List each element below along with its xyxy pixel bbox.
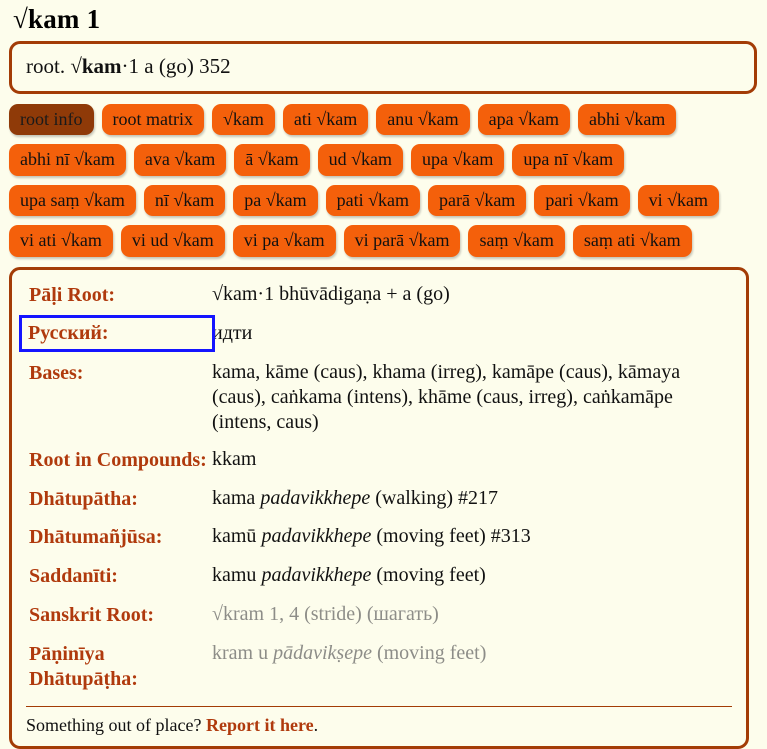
tag-button[interactable]: upa nī √kam: [512, 144, 625, 176]
root-detail-table: Pāḷi Root: √kam·1 bhūvādigaṇa + a (go) Рус…: [19, 282, 732, 705]
tag-button[interactable]: pari √kam: [534, 184, 630, 217]
detail-row-value: √kam·1 bhūvādigaṇa + a (go): [212, 282, 732, 321]
footer-note: Something out of place? Report it here.: [26, 706, 732, 736]
tag-row: abhi nī √kam ava √kam ā √kam ud √kam upa √ka…: [9, 144, 758, 176]
detail-value-italic: padavikkhepe: [261, 525, 372, 548]
tag-button[interactable]: upa √kam: [410, 144, 505, 176]
tag-button[interactable]: abhi nī √kam: [9, 144, 126, 176]
detail-row: Root in Compounds: kkam: [26, 447, 732, 486]
detail-row-label: Sanskrit Root:: [29, 604, 155, 627]
tag-button[interactable]: pati √kam: [325, 184, 420, 217]
tag-button[interactable]: √kam: [211, 103, 275, 136]
detail-row: Dhātupātha: kama padavikkhepe (walking) #…: [26, 486, 732, 525]
detail-row-label-cell[interactable]: Dhātupātha:: [26, 486, 212, 525]
tag-button[interactable]: pa √kam: [233, 184, 318, 217]
detail-value-text: kamu: [212, 564, 262, 587]
tag-button[interactable]: nī √kam: [143, 184, 226, 217]
detail-row-label-cell[interactable]: Pāṇinīya Dhātupāṭha:: [26, 641, 212, 705]
detail-value-text: (moving feet): [371, 641, 487, 664]
detail-value-text: (moving feet) #313: [371, 525, 531, 548]
detail-row-label-cell[interactable]: Bases:: [26, 360, 212, 446]
detail-row-label: Pāṇinīya Dhātupāṭha:: [29, 642, 138, 690]
detail-value-text: √kam·1 bhūvādigaṇa + a (go): [212, 282, 450, 305]
detail-row-label: Bases:: [29, 362, 84, 385]
detail-row: Pāḷi Root: √kam·1 bhūvādigaṇa + a (go): [26, 282, 732, 321]
detail-row: Sanskrit Root: √kram 1, 4 (stride) (шагат…: [26, 602, 732, 641]
tag-button[interactable]: root matrix: [101, 103, 204, 136]
detail-row: Saddanīti: kamu padavikkhepe (moving feet…: [26, 563, 732, 602]
tag-button[interactable]: vi ati √kam: [9, 225, 113, 257]
detail-value-text: kamū: [212, 525, 262, 548]
summary-suffix: ·1 a (go) 352: [121, 53, 231, 78]
detail-row: Русский: идти: [19, 314, 732, 361]
detail-value-text: (moving feet): [371, 564, 486, 587]
detail-value-italic: pādavikṣepe: [273, 641, 372, 664]
tag-button[interactable]: upa saṃ √kam: [9, 184, 136, 217]
detail-value-text: идти: [212, 321, 253, 344]
detail-row-label-cell[interactable]: Pāḷi Root:: [26, 282, 212, 321]
tag-button[interactable]: saṃ √kam: [468, 225, 565, 257]
summary-root: √kam: [70, 53, 122, 78]
detail-row-value: kkam: [212, 447, 732, 486]
detail-row-label-cell[interactable]: Dhātumañjūsa:: [26, 524, 212, 563]
detail-row-label-cell[interactable]: Saddanīti:: [26, 563, 212, 602]
detail-value-italic: padavikkhepe: [260, 486, 371, 509]
tag-button[interactable]: ati √kam: [282, 103, 369, 136]
root-summary-line: root. √kam·1 a (go) 352: [26, 54, 740, 79]
tag-button[interactable]: abhi √kam: [577, 103, 677, 136]
detail-row-value: kama padavikkhepe (walking) #217: [212, 486, 732, 525]
root-detail-table-body: Pāḷi Root: √kam·1 bhūvādigaṇa + a (go) Рус…: [19, 282, 732, 705]
detail-row-label: Dhātumañjūsa:: [29, 526, 163, 549]
root-summary-box: root. √kam·1 a (go) 352: [9, 40, 757, 94]
tag-row: root info root matrix √kam ati √kam anu √kam…: [9, 103, 758, 136]
tag-button[interactable]: vi parā √kam: [343, 225, 461, 257]
detail-value-text: kama: [212, 486, 261, 509]
tag-button[interactable]: vi pa √kam: [232, 225, 336, 257]
root-detail-box: Pāḷi Root: √kam·1 bhūvādigaṇa + a (go) Рус…: [9, 266, 749, 749]
tag-button[interactable]: ava √kam: [133, 144, 227, 176]
tag-button[interactable]: vi √kam: [637, 184, 720, 217]
footer-text-before: Something out of place?: [26, 715, 206, 736]
detail-row: Dhātumañjūsa: kamū padavikkhepe (moving f…: [26, 524, 732, 563]
detail-row-label: Root in Compounds:: [29, 448, 207, 471]
detail-value-text: kram u: [212, 641, 274, 664]
detail-value-text: (walking) #217: [370, 486, 499, 509]
detail-row-label-cell[interactable]: Root in Compounds:: [26, 447, 212, 486]
detail-row-value: идти: [212, 321, 732, 361]
summary-prefix: root.: [26, 53, 71, 78]
detail-row-value: √kram 1, 4 (stride) (шагать): [212, 602, 732, 641]
detail-row: Pāṇinīya Dhātupāṭha: kram u pādavikṣepe (…: [26, 641, 732, 705]
detail-value-text: kkam: [212, 447, 257, 470]
detail-value-italic: padavikkhepe: [261, 564, 372, 587]
detail-row-label: Dhātupātha:: [29, 487, 138, 510]
detail-row-value: kama, kāme (caus), khama (irreg), kamāpe…: [212, 360, 732, 446]
detail-row-value: kamu padavikkhepe (moving feet): [212, 563, 732, 602]
root-detail-page: √kam 1 root. √kam·1 a (go) 352 root info…: [0, 4, 767, 749]
detail-value-text: √kram 1, 4 (stride) (шагать): [212, 603, 439, 626]
tag-button[interactable]: saṃ ati √kam: [572, 225, 692, 257]
detail-row-label-cell[interactable]: Русский:: [19, 314, 215, 361]
detail-row: Bases: kama, kāme (caus), khama (irreg), …: [26, 360, 732, 446]
tag-button[interactable]: ā √kam: [234, 144, 310, 176]
page-title: √kam 1: [13, 4, 101, 34]
tag-button[interactable]: ud √kam: [317, 144, 403, 176]
tag-button[interactable]: root info: [9, 103, 94, 136]
detail-row-label-cell[interactable]: Sanskrit Root:: [26, 602, 212, 641]
detail-row-value: kamū padavikkhepe (moving feet) #313: [212, 524, 732, 563]
tag-button[interactable]: parā √kam: [427, 184, 527, 217]
detail-row-label: Русский:: [19, 314, 215, 353]
tag-button[interactable]: vi ud √kam: [120, 225, 225, 257]
detail-row-label: Saddanīti:: [29, 565, 118, 588]
tag-row: vi ati √kam vi ud √kam vi pa √kam vi parā √…: [9, 225, 758, 257]
tag-button[interactable]: anu √kam: [376, 103, 470, 136]
detail-value-text: kama, kāme (caus), khama (irreg), kamāpe…: [212, 361, 681, 434]
report-it-here-link[interactable]: Report it here: [206, 715, 314, 735]
detail-row-label: Pāḷi Root:: [29, 283, 116, 306]
footer-text-after: .: [313, 715, 319, 736]
root-tag-button-rows: root info root matrix √kam ati √kam anu √kam…: [9, 103, 758, 257]
tag-row: upa saṃ √kam nī √kam pa √kam pati √kam parā …: [9, 184, 758, 217]
tag-button[interactable]: apa √kam: [477, 103, 570, 136]
detail-row-value: kram u pādavikṣepe (moving feet): [212, 641, 732, 705]
